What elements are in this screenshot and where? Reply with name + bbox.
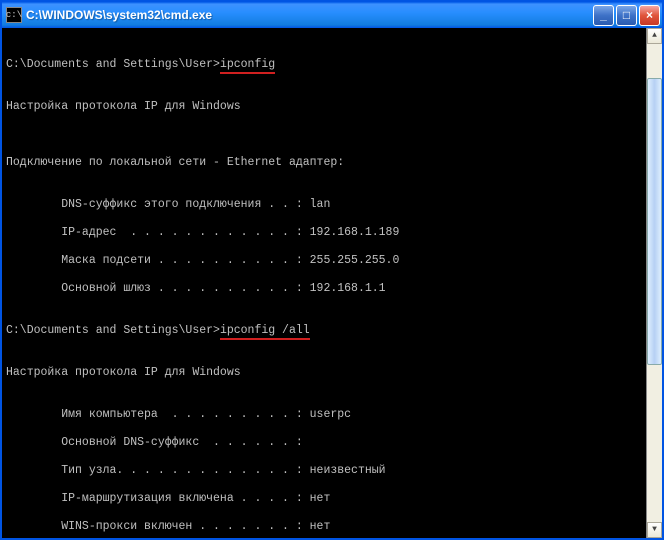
output-line: Настройка протокола IP для Windows — [6, 100, 658, 114]
output-line: Настройка протокола IP для Windows — [6, 366, 658, 380]
output-line: Маска подсети . . . . . . . . . . : 255.… — [6, 254, 658, 268]
close-button[interactable]: × — [639, 5, 660, 26]
window-title: C:\WINDOWS\system32\cmd.exe — [26, 8, 593, 22]
output-line: IP-адрес . . . . . . . . . . . . : 192.1… — [6, 226, 658, 240]
minimize-button[interactable]: _ — [593, 5, 614, 26]
output-line: Основной шлюз . . . . . . . . . . : 192.… — [6, 282, 658, 296]
output-line: C:\Documents and Settings\User>ipconfig … — [6, 324, 658, 338]
output-line: WINS-прокси включен . . . . . . . : нет — [6, 520, 658, 534]
prompt: C:\Documents and Settings\User> — [6, 58, 220, 71]
output-line: Имя компьютера . . . . . . . . . : userp… — [6, 408, 658, 422]
command-ipconfig-all: ipconfig /all — [220, 324, 310, 338]
scroll-down-button[interactable]: ▼ — [647, 522, 662, 538]
scroll-up-button[interactable]: ▲ — [647, 28, 662, 44]
output-line: DNS-суффикс этого подключения . . : lan — [6, 198, 658, 212]
output-line: Тип узла. . . . . . . . . . . . . : неиз… — [6, 464, 658, 478]
output-line: IP-маршрутизация включена . . . . : нет — [6, 492, 658, 506]
cmd-window: c:\ C:\WINDOWS\system32\cmd.exe _ □ × C:… — [0, 0, 664, 540]
prompt: C:\Documents and Settings\User> — [6, 324, 220, 337]
maximize-button[interactable]: □ — [616, 5, 637, 26]
window-controls: _ □ × — [593, 5, 660, 26]
output-line: Основной DNS-суффикс . . . . . . : — [6, 436, 658, 450]
vertical-scrollbar[interactable]: ▲ ▼ — [646, 28, 662, 538]
output-line: Подключение по локальной сети - Ethernet… — [6, 156, 658, 170]
scroll-track[interactable] — [647, 44, 662, 522]
command-ipconfig: ipconfig — [220, 58, 275, 72]
titlebar[interactable]: c:\ C:\WINDOWS\system32\cmd.exe _ □ × — [2, 2, 662, 28]
cmd-icon: c:\ — [6, 7, 22, 23]
terminal-output[interactable]: C:\Documents and Settings\User>ipconfig … — [2, 28, 662, 538]
output-line: C:\Documents and Settings\User>ipconfig — [6, 58, 658, 72]
scroll-thumb[interactable] — [647, 78, 662, 365]
